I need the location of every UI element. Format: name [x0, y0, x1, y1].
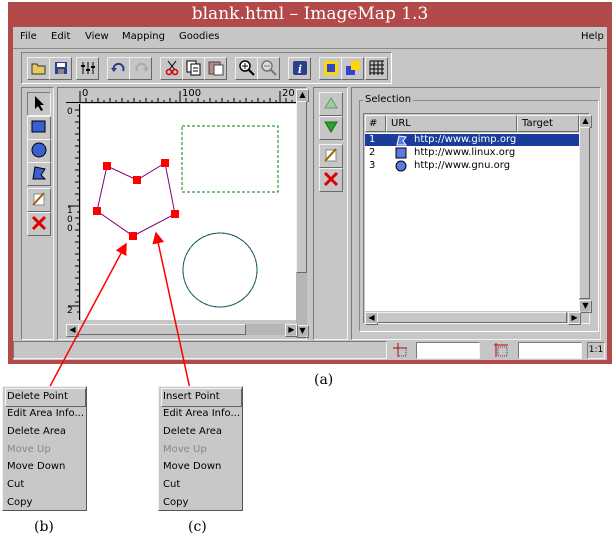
- menu-item-copy[interactable]: Copy: [7, 495, 32, 511]
- context-menu-b: Delete Point Edit Area Info... Delete Ar…: [2, 386, 87, 511]
- menu-item-cut[interactable]: Cut: [7, 477, 24, 493]
- menu-item-insert-point[interactable]: Insert Point: [163, 389, 220, 405]
- menu-item-delete-area[interactable]: Delete Area: [7, 424, 66, 440]
- menu-item-delete-area[interactable]: Delete Area: [163, 424, 222, 440]
- caption-b: (b): [34, 519, 54, 535]
- menu-item-move-down[interactable]: Move Down: [7, 459, 65, 475]
- context-menu-c: Insert Point Edit Area Info... Delete Ar…: [158, 386, 243, 511]
- menu-item-move-up[interactable]: Move Up: [7, 442, 51, 458]
- menu-item-move-down[interactable]: Move Down: [163, 459, 221, 475]
- menu-item-edit-area-info[interactable]: Edit Area Info...: [163, 406, 240, 422]
- menu-item-copy[interactable]: Copy: [163, 495, 188, 511]
- callout-arrows: [47, 231, 191, 391]
- menu-item-delete-point[interactable]: Delete Point: [7, 389, 68, 405]
- caption-c: (c): [188, 519, 207, 535]
- caption-a: (a): [314, 372, 334, 388]
- menu-item-move-up[interactable]: Move Up: [163, 442, 207, 458]
- menu-item-edit-area-info[interactable]: Edit Area Info...: [7, 406, 84, 422]
- arrow-b: [47, 242, 127, 391]
- menu-item-cut[interactable]: Cut: [163, 477, 180, 493]
- arrow-c: [152, 231, 191, 390]
